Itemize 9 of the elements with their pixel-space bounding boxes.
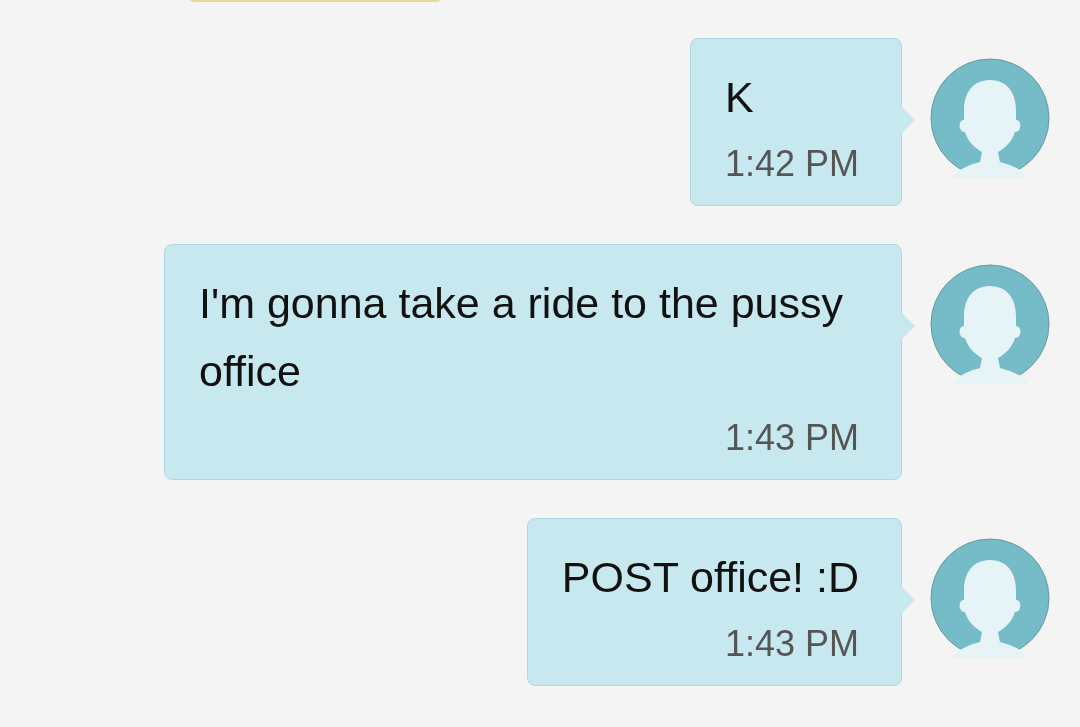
message-text: K bbox=[724, 72, 755, 123]
message-text: POST office! :D bbox=[561, 552, 859, 603]
avatar-icon bbox=[930, 538, 1050, 658]
avatar-icon bbox=[930, 264, 1050, 384]
message-time: 1:43 PM bbox=[724, 417, 859, 459]
message-time: 1:43 PM bbox=[724, 623, 859, 665]
message-time: 1:42 PM bbox=[724, 143, 859, 185]
avatar-icon bbox=[930, 58, 1050, 178]
message-text: I'm gonna take a ride to the pussy office bbox=[199, 278, 845, 397]
